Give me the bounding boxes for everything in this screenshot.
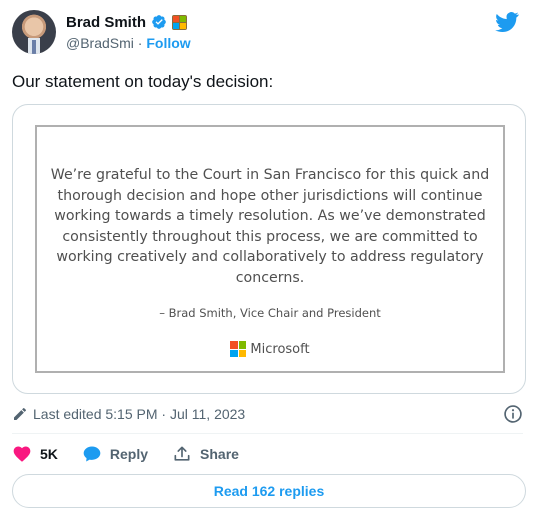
statement-attribution: – Brad Smith, Vice Chair and President	[159, 306, 381, 320]
heart-icon	[13, 446, 31, 462]
author-name-row: Brad Smith	[66, 12, 188, 32]
microsoft-logo: Microsoft	[37, 341, 503, 357]
statement-body: We’re grateful to the Court in San Franc…	[50, 167, 490, 286]
edited-timestamp-row: Last edited 5:15 PM · Jul 11, 2023	[12, 404, 525, 424]
statement-image: We’re grateful to the Court in San Franc…	[35, 125, 505, 373]
like-button[interactable]: 5K	[12, 444, 58, 464]
divider	[12, 433, 523, 434]
share-label: Share	[200, 446, 239, 462]
read-replies-button[interactable]: Read 162 replies	[12, 474, 526, 508]
info-icon[interactable]	[503, 404, 523, 424]
microsoft-logo-icon	[230, 341, 247, 357]
tweet-text: Our statement on today's decision:	[12, 72, 274, 91]
avatar[interactable]	[12, 10, 56, 54]
author-handle-row: @BradSmi · Follow	[66, 35, 191, 51]
avatar-tie	[32, 40, 36, 54]
media-card[interactable]: We’re grateful to the Court in San Franc…	[12, 104, 526, 394]
share-button[interactable]: Share	[172, 444, 239, 464]
microsoft-badge-icon	[172, 14, 188, 30]
microsoft-logo-text: Microsoft	[250, 341, 310, 357]
verified-badge-icon	[152, 15, 166, 29]
follow-button[interactable]: Follow	[146, 35, 190, 51]
action-bar: 5K Reply Share	[12, 444, 263, 464]
author-handle[interactable]: @BradSmi	[66, 35, 134, 51]
edited-timestamp[interactable]: Last edited 5:15 PM · Jul 11, 2023	[33, 406, 245, 422]
reply-label: Reply	[109, 446, 149, 462]
author-display-name[interactable]: Brad Smith	[66, 14, 146, 31]
reply-button[interactable]: Reply	[82, 444, 148, 464]
reply-bubble-icon	[83, 446, 101, 462]
like-count: 5K	[40, 446, 58, 462]
handle-separator: ·	[137, 35, 143, 51]
twitter-bird-icon[interactable]	[495, 12, 519, 32]
share-icon	[174, 446, 190, 461]
pencil-icon	[14, 408, 26, 420]
